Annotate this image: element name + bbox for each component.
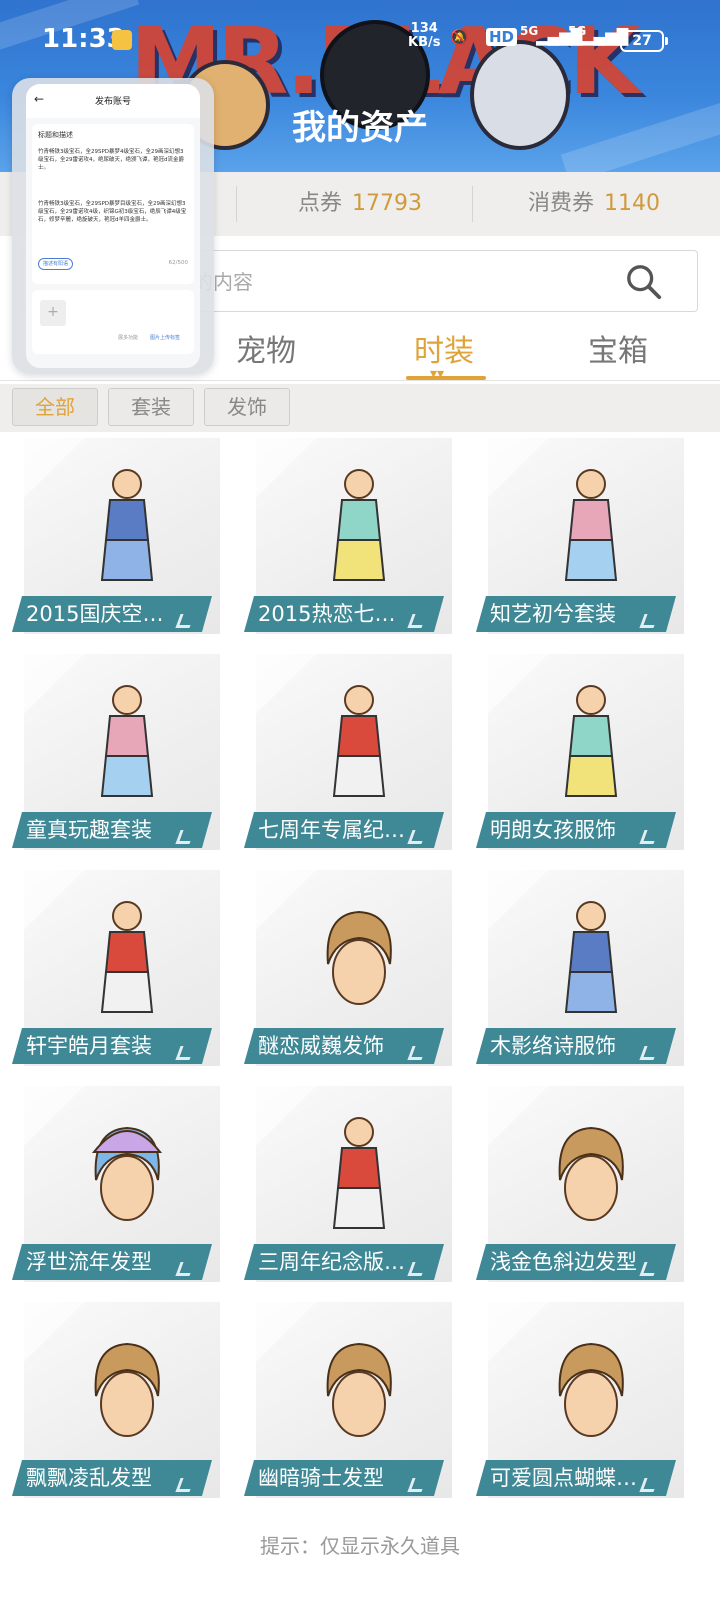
currency-points: 点券 17793 (298, 172, 422, 236)
item-name: 浮世流年发型 (26, 1250, 152, 1274)
screen: MR.BLACK 11:33 134 KB/s 🔕 HD 5G ▂▄▆█ 5G … (0, 0, 720, 1600)
search-icon[interactable] (625, 263, 663, 301)
footer-hint: 提示：仅显示永久道具 (260, 1534, 460, 1558)
network-speed: 134 KB/s (408, 22, 440, 50)
description-text-1: 竹青畅铁3级宝石，全29SPD暴梦4级宝石，全29画深幻想3级宝石，全29雷诺攻… (38, 149, 184, 171)
currency-points-label: 点券 (298, 191, 343, 216)
hat-icon (91, 1126, 163, 1221)
description-panel: 标题和描述 竹青畅铁3级宝石，全29SPD暴梦4级宝石，全29画深幻想3级宝石，… (32, 124, 194, 284)
tab-chests[interactable]: 宝箱 (558, 326, 678, 370)
item-name: 童真玩趣套装 (26, 818, 152, 842)
boy-icon (100, 901, 154, 1013)
item-card[interactable]: 醚恋威巍发饰 (244, 870, 458, 1070)
outfit-icon (100, 469, 154, 581)
item-card[interactable]: 飘飘凌乱发型 (12, 1302, 226, 1502)
item-name: 幽暗骑士发型 (258, 1466, 384, 1490)
status-bar: 11:33 134 KB/s 🔕 HD 5G ▂▄▆█ 5G ▂▄▆█ 27 (0, 0, 720, 86)
upload-panel: + 展多功能 图片上传标签 (32, 290, 194, 354)
hair-icon (558, 1342, 624, 1437)
item-name: 木影络诗服饰 (490, 1034, 616, 1058)
net-speed-unit: KB/s (408, 35, 441, 50)
item-card[interactable]: 2015国庆空… (12, 438, 226, 638)
divider (0, 380, 720, 381)
item-card[interactable]: 可爱圆点蝴蝶… (476, 1302, 690, 1502)
net-speed-value: 134 (410, 21, 438, 36)
item-name: 明朗女孩服饰 (490, 818, 616, 842)
item-card[interactable]: 轩宇皓月套装 (12, 870, 226, 1070)
divider (472, 186, 473, 222)
item-card[interactable]: 知艺初兮套装 (476, 438, 690, 638)
item-card[interactable]: 明朗女孩服饰 (476, 654, 690, 854)
item-name: 2015热恋七… (258, 602, 396, 626)
item-name: 浅金色斜边发型 (490, 1250, 637, 1274)
item-name: 醚恋威巍发饰 (258, 1034, 384, 1058)
item-card[interactable]: 浮世流年发型 (12, 1086, 226, 1286)
item-name: 三周年纪念版… (258, 1250, 405, 1274)
tab-fashion[interactable]: 时装 (384, 326, 504, 370)
filter-hair[interactable]: 发饰 (204, 388, 290, 426)
outfit-icon (564, 901, 618, 1013)
tab-pets[interactable]: 宠物 (206, 326, 326, 370)
floating-window-preview[interactable]: ← 发布账号 标题和描述 竹青畅铁3级宝石，全29SPD暴梦4级宝石，全29画深… (12, 78, 214, 374)
currency-coupons-value: 1140 (604, 191, 661, 216)
girl-icon (564, 469, 618, 581)
girl-icon (100, 685, 154, 797)
upload-tag-link[interactable]: 图片上传标签 (150, 334, 180, 341)
item-name: 可爱圆点蝴蝶… (490, 1466, 637, 1490)
divider (236, 186, 237, 222)
item-name: 知艺初兮套装 (490, 602, 616, 626)
currency-coupons: 消费券 1140 (528, 172, 660, 236)
char-count: 62/500 (168, 260, 188, 266)
notification-icon (112, 30, 132, 50)
hair-icon (326, 1342, 392, 1437)
item-name: 2015国庆空… (26, 602, 164, 626)
hair-icon (326, 910, 392, 1005)
item-name: 七周年专属纪… (258, 818, 405, 842)
item-card[interactable]: 木影络诗服饰 (476, 870, 690, 1070)
item-card[interactable]: 童真玩趣套装 (12, 654, 226, 854)
mute-icon: 🔕 (450, 28, 469, 46)
item-card[interactable]: 浅金色斜边发型 (476, 1086, 690, 1286)
battery-icon: 27 (620, 30, 668, 52)
section-label: 标题和描述 (38, 131, 73, 139)
filter-bar: 全部 套装 发饰 (0, 384, 720, 432)
hair-icon (94, 1342, 160, 1437)
hd-icon: HD (486, 28, 518, 46)
item-card[interactable]: 幽暗骑士发型 (244, 1302, 458, 1502)
boy-icon (332, 1117, 386, 1229)
filter-all[interactable]: 全部 (12, 388, 98, 426)
currency-points-value: 17793 (352, 191, 423, 216)
item-card[interactable]: 2015热恋七… (244, 438, 458, 638)
item-name: 轩宇皓月套装 (26, 1034, 152, 1058)
floating-window-content: ← 发布账号 标题和描述 竹青畅铁3级宝石，全29SPD暴梦4级宝石，全29画深… (26, 84, 200, 368)
boy-icon (332, 685, 386, 797)
description-text-2: 竹青畅铁3级宝石，全29SPD暴梦目级宝石，全29画深幻想3级宝石，全29雷诺攻… (38, 201, 187, 223)
dress-icon (332, 469, 386, 581)
description-tag[interactable]: 描述有阳语 (38, 258, 74, 270)
hair-icon (558, 1126, 624, 1221)
dress-icon (564, 685, 618, 797)
item-card[interactable]: 七周年专属纪… (244, 654, 458, 854)
add-image-icon[interactable]: + (40, 300, 66, 326)
more-functions-link[interactable]: 展多功能 (118, 334, 138, 341)
filter-suits[interactable]: 套装 (108, 388, 194, 426)
currency-coupons-label: 消费券 (528, 191, 595, 216)
floating-window-title: 发布账号 (94, 97, 131, 107)
item-name: 飘飘凌乱发型 (26, 1466, 152, 1490)
floating-window-header: ← 发布账号 (26, 84, 200, 118)
item-card[interactable]: 三周年纪念版… (244, 1086, 458, 1286)
